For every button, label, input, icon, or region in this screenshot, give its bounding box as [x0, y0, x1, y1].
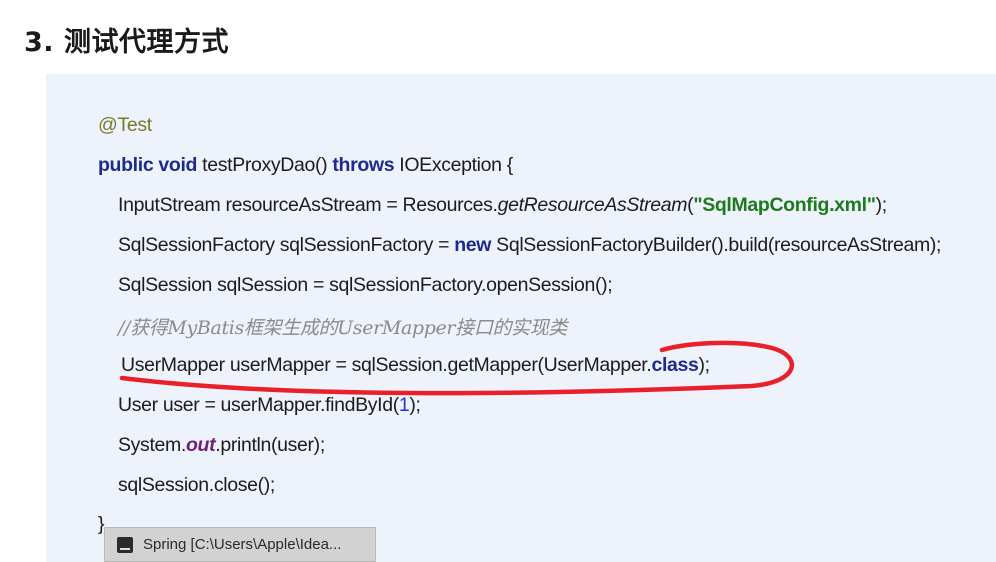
- code-text: );: [698, 354, 711, 376]
- code-text: SqlSessionFactoryBuilder().build(resourc…: [491, 234, 942, 256]
- code-string: "SqlMapConfig.xml": [693, 194, 876, 216]
- code-method-signature: public void testProxyDao() throws IOExce…: [98, 154, 513, 177]
- keyword-class: class: [651, 354, 699, 376]
- code-static-call: getResourceAsStream: [497, 194, 688, 216]
- code-line-user: User user = userMapper.findById(1);: [118, 394, 421, 417]
- code-line-stream: InputStream resourceAsStream = Resources…: [118, 194, 887, 217]
- code-static-field: out: [185, 434, 216, 456]
- code-text: User user = userMapper.findById(: [118, 394, 399, 416]
- code-text: );: [875, 194, 888, 216]
- method-rest: IOException {: [394, 154, 513, 176]
- method-name: testProxyDao(): [197, 154, 333, 176]
- code-text: SqlSessionFactory sqlSessionFactory =: [118, 234, 455, 256]
- section-title: 3. 测试代理方式: [24, 27, 229, 58]
- keyword-void: void: [158, 154, 198, 176]
- code-line-close: sqlSession.close();: [118, 474, 275, 496]
- taskbar-window-button[interactable]: Spring [C:\Users\Apple\Idea...: [104, 527, 376, 562]
- taskbar-window-label: Spring [C:\Users\Apple\Idea...: [143, 536, 342, 553]
- intellij-idea-icon: [117, 536, 133, 553]
- keyword-new: new: [454, 234, 492, 256]
- code-line-session: SqlSession sqlSession = sqlSessionFactor…: [118, 274, 613, 296]
- code-line-mapper: UserMapper userMapper = sqlSession.getMa…: [121, 354, 710, 377]
- code-text: UserMapper userMapper = sqlSession.getMa…: [121, 354, 652, 376]
- code-text: InputStream resourceAsStream = Resources…: [118, 194, 498, 216]
- keyword-public: public: [98, 154, 154, 176]
- keyword-throws: throws: [332, 154, 395, 176]
- code-text: );: [409, 394, 421, 416]
- code-comment: //获得MyBatis框架生成的UserMapper接口的实现类: [118, 317, 568, 339]
- code-text: System.: [118, 434, 186, 456]
- code-number: 1: [398, 394, 410, 416]
- code-text: .println(user);: [215, 434, 325, 456]
- code-annotation: @Test: [98, 114, 152, 136]
- code-line-print: System.out.println(user);: [118, 434, 325, 457]
- code-line-factory: SqlSessionFactory sqlSessionFactory = ne…: [118, 234, 941, 257]
